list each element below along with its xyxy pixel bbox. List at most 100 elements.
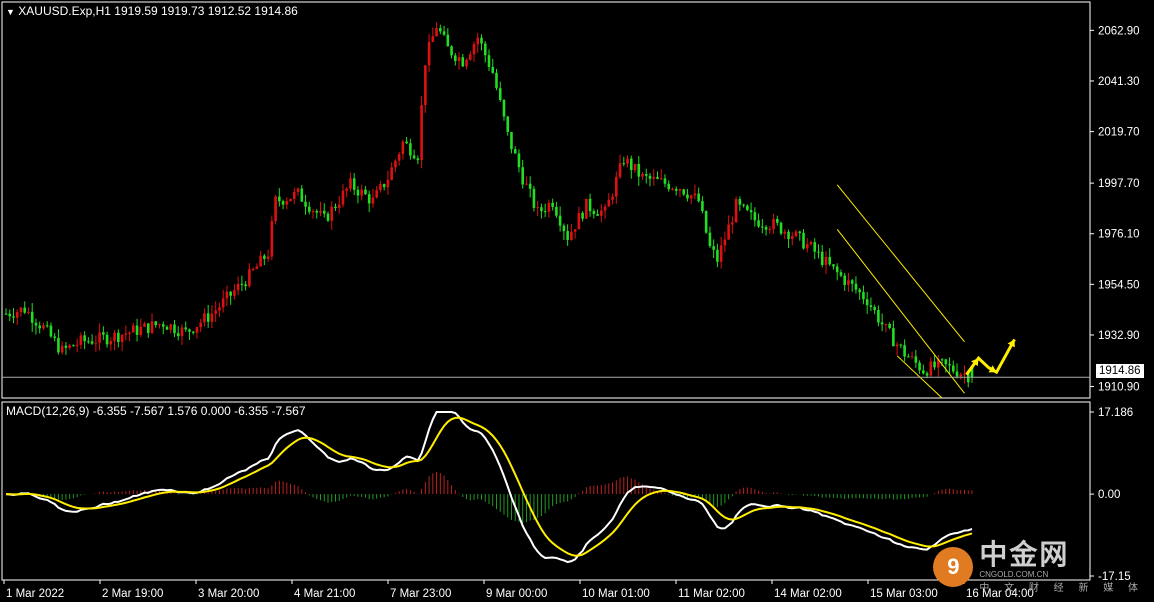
candle-body	[457, 57, 461, 61]
candle-body	[240, 283, 244, 285]
candle-body	[761, 226, 764, 228]
candle-body	[667, 183, 671, 190]
candle-body	[105, 334, 109, 345]
candle-body	[379, 183, 382, 191]
current-price-label: 1914.86	[1096, 364, 1144, 378]
candle-body	[817, 251, 820, 253]
candle-body	[772, 218, 775, 230]
candle-body	[158, 324, 161, 326]
candle-body	[558, 215, 562, 226]
candle-body	[869, 305, 873, 308]
candle-body	[521, 167, 524, 185]
candle-body	[491, 66, 495, 73]
candle-body	[510, 131, 513, 150]
candle-body	[176, 333, 180, 337]
candle-body	[674, 188, 678, 191]
candle-body	[540, 207, 543, 212]
candle-body	[847, 280, 850, 285]
candle-body	[940, 359, 944, 361]
candle-body	[925, 373, 929, 376]
candle-body	[117, 332, 120, 342]
candle-body	[820, 251, 824, 265]
candle-body	[656, 177, 659, 179]
candle-body	[442, 31, 446, 35]
candle-body	[607, 199, 611, 207]
macd-signal-line	[5, 416, 973, 557]
candle-body	[210, 313, 214, 322]
candle-body	[805, 244, 809, 249]
candle-body	[191, 331, 195, 333]
candle-body	[959, 374, 963, 377]
time-tick-label: 9 Mar 00:00	[486, 588, 547, 600]
candle-body	[727, 224, 730, 240]
candle-body	[315, 211, 319, 213]
candle-body	[435, 28, 438, 37]
candle-body	[221, 298, 225, 308]
candle-body	[244, 284, 247, 287]
candle-body	[236, 283, 240, 291]
candle-body	[15, 312, 19, 318]
macd-header: MACD(12,26,9) -6.355 -7.567 1.576 0.000 …	[6, 404, 306, 418]
candle-body	[169, 324, 173, 330]
candle-body	[948, 364, 951, 366]
candle-body	[753, 212, 757, 221]
candle-body	[109, 341, 113, 345]
price-axis: 2062.90 2041.30 2019.70 1997.70 1976.10 1954.…	[2, 25, 1140, 394]
candle-body	[431, 36, 435, 42]
candle-body	[802, 232, 805, 249]
candle-body	[899, 344, 903, 346]
candle-body	[206, 313, 210, 322]
candle-body	[903, 345, 906, 357]
candle-body	[113, 332, 116, 342]
candle-body	[570, 231, 573, 240]
candle-body	[566, 231, 569, 240]
candle-body	[933, 361, 936, 368]
dropdown-triangle-icon[interactable]: ▼	[6, 7, 15, 17]
time-tick-label: 3 Mar 20:00	[198, 588, 259, 600]
candle-body	[764, 226, 768, 230]
chart-canvas[interactable]: 2062.90 2041.30 2019.70 1997.70 1976.10 1954.…	[0, 0, 1154, 602]
candle-body	[248, 269, 251, 287]
candle-body	[659, 178, 663, 180]
candle-body	[454, 55, 457, 61]
candle-body	[682, 189, 685, 195]
candle-body	[663, 178, 667, 184]
candle-body	[218, 307, 221, 311]
candle-body	[255, 266, 259, 269]
candle-body	[296, 188, 300, 192]
symbol-ohlc-text: XAUUSD.Exp,H1 1919.59 1919.73 1912.52 19…	[18, 4, 298, 18]
candle-body	[907, 356, 910, 358]
candle-body	[731, 222, 734, 225]
candle-body	[285, 201, 289, 205]
candle-body	[854, 283, 858, 290]
candle-body	[644, 174, 648, 176]
candle-body	[94, 342, 98, 344]
candle-body	[783, 231, 787, 234]
candle-body	[349, 178, 352, 189]
time-tick-label: 1 Mar 2022	[6, 588, 64, 600]
price-tick-label: 2062.90	[1098, 25, 1140, 37]
candle-body	[839, 272, 843, 276]
candle-body	[495, 72, 498, 89]
macd-lines	[5, 411, 973, 564]
candle-body	[83, 335, 86, 342]
candle-body	[322, 210, 326, 214]
candle-body	[397, 154, 401, 161]
candle-body	[835, 266, 839, 273]
candle-body	[573, 229, 577, 232]
candle-body	[102, 332, 105, 335]
price-tick-label: 1910.90	[1098, 382, 1140, 394]
candle-body	[843, 275, 846, 285]
candle-body	[790, 235, 794, 240]
candle-body	[465, 59, 468, 67]
candle-body	[203, 313, 206, 323]
candle-body	[128, 332, 131, 334]
candle-body	[914, 356, 918, 363]
time-tick-label: 7 Mar 23:00	[390, 588, 451, 600]
candle-body	[704, 211, 708, 233]
candle-body	[266, 256, 270, 259]
price-tick-label: 1976.10	[1098, 229, 1140, 241]
candle-body	[701, 201, 704, 212]
candle-body	[798, 231, 802, 233]
candle-body	[139, 326, 143, 335]
